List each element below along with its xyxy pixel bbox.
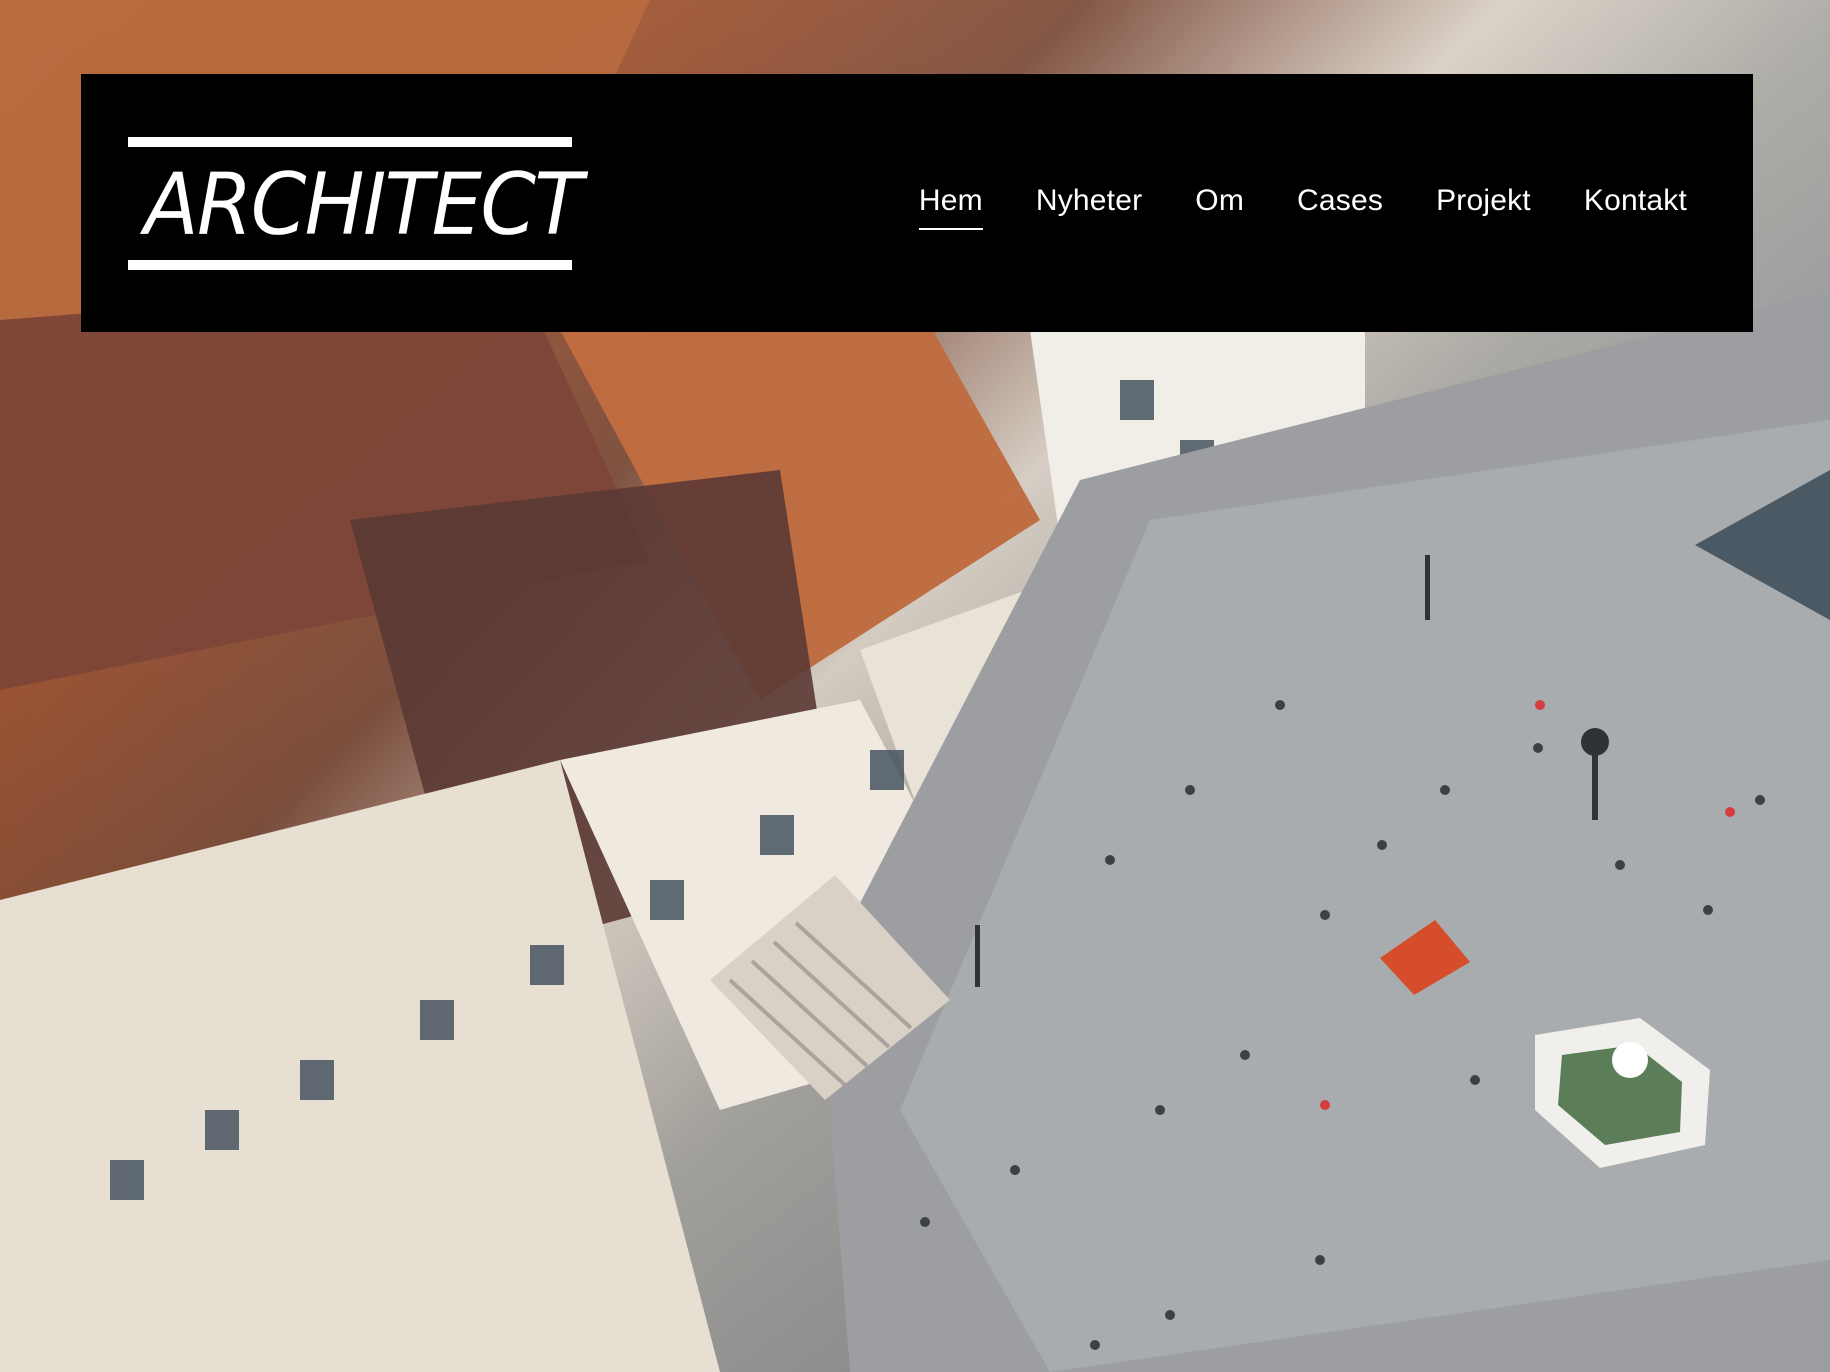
- nav-item-projekt[interactable]: Projekt: [1436, 184, 1531, 230]
- nav-item-nyheter[interactable]: Nyheter: [1036, 184, 1142, 230]
- nav-item-kontakt[interactable]: Kontakt: [1584, 184, 1687, 230]
- logo-text: ARCHITECT: [144, 155, 583, 255]
- nav-item-cases[interactable]: Cases: [1297, 184, 1383, 230]
- site-header: ARCHITECT Hem Nyheter Om Cases Projekt K…: [81, 74, 1753, 332]
- nav-item-om[interactable]: Om: [1195, 184, 1244, 230]
- brand-logo-link[interactable]: ARCHITECT: [128, 137, 583, 270]
- main-navigation: Hem Nyheter Om Cases Projekt Kontakt: [918, 184, 1687, 230]
- logo-top-rule: [128, 137, 572, 147]
- nav-item-hem[interactable]: Hem: [918, 184, 983, 230]
- logo-bottom-rule: [128, 260, 572, 270]
